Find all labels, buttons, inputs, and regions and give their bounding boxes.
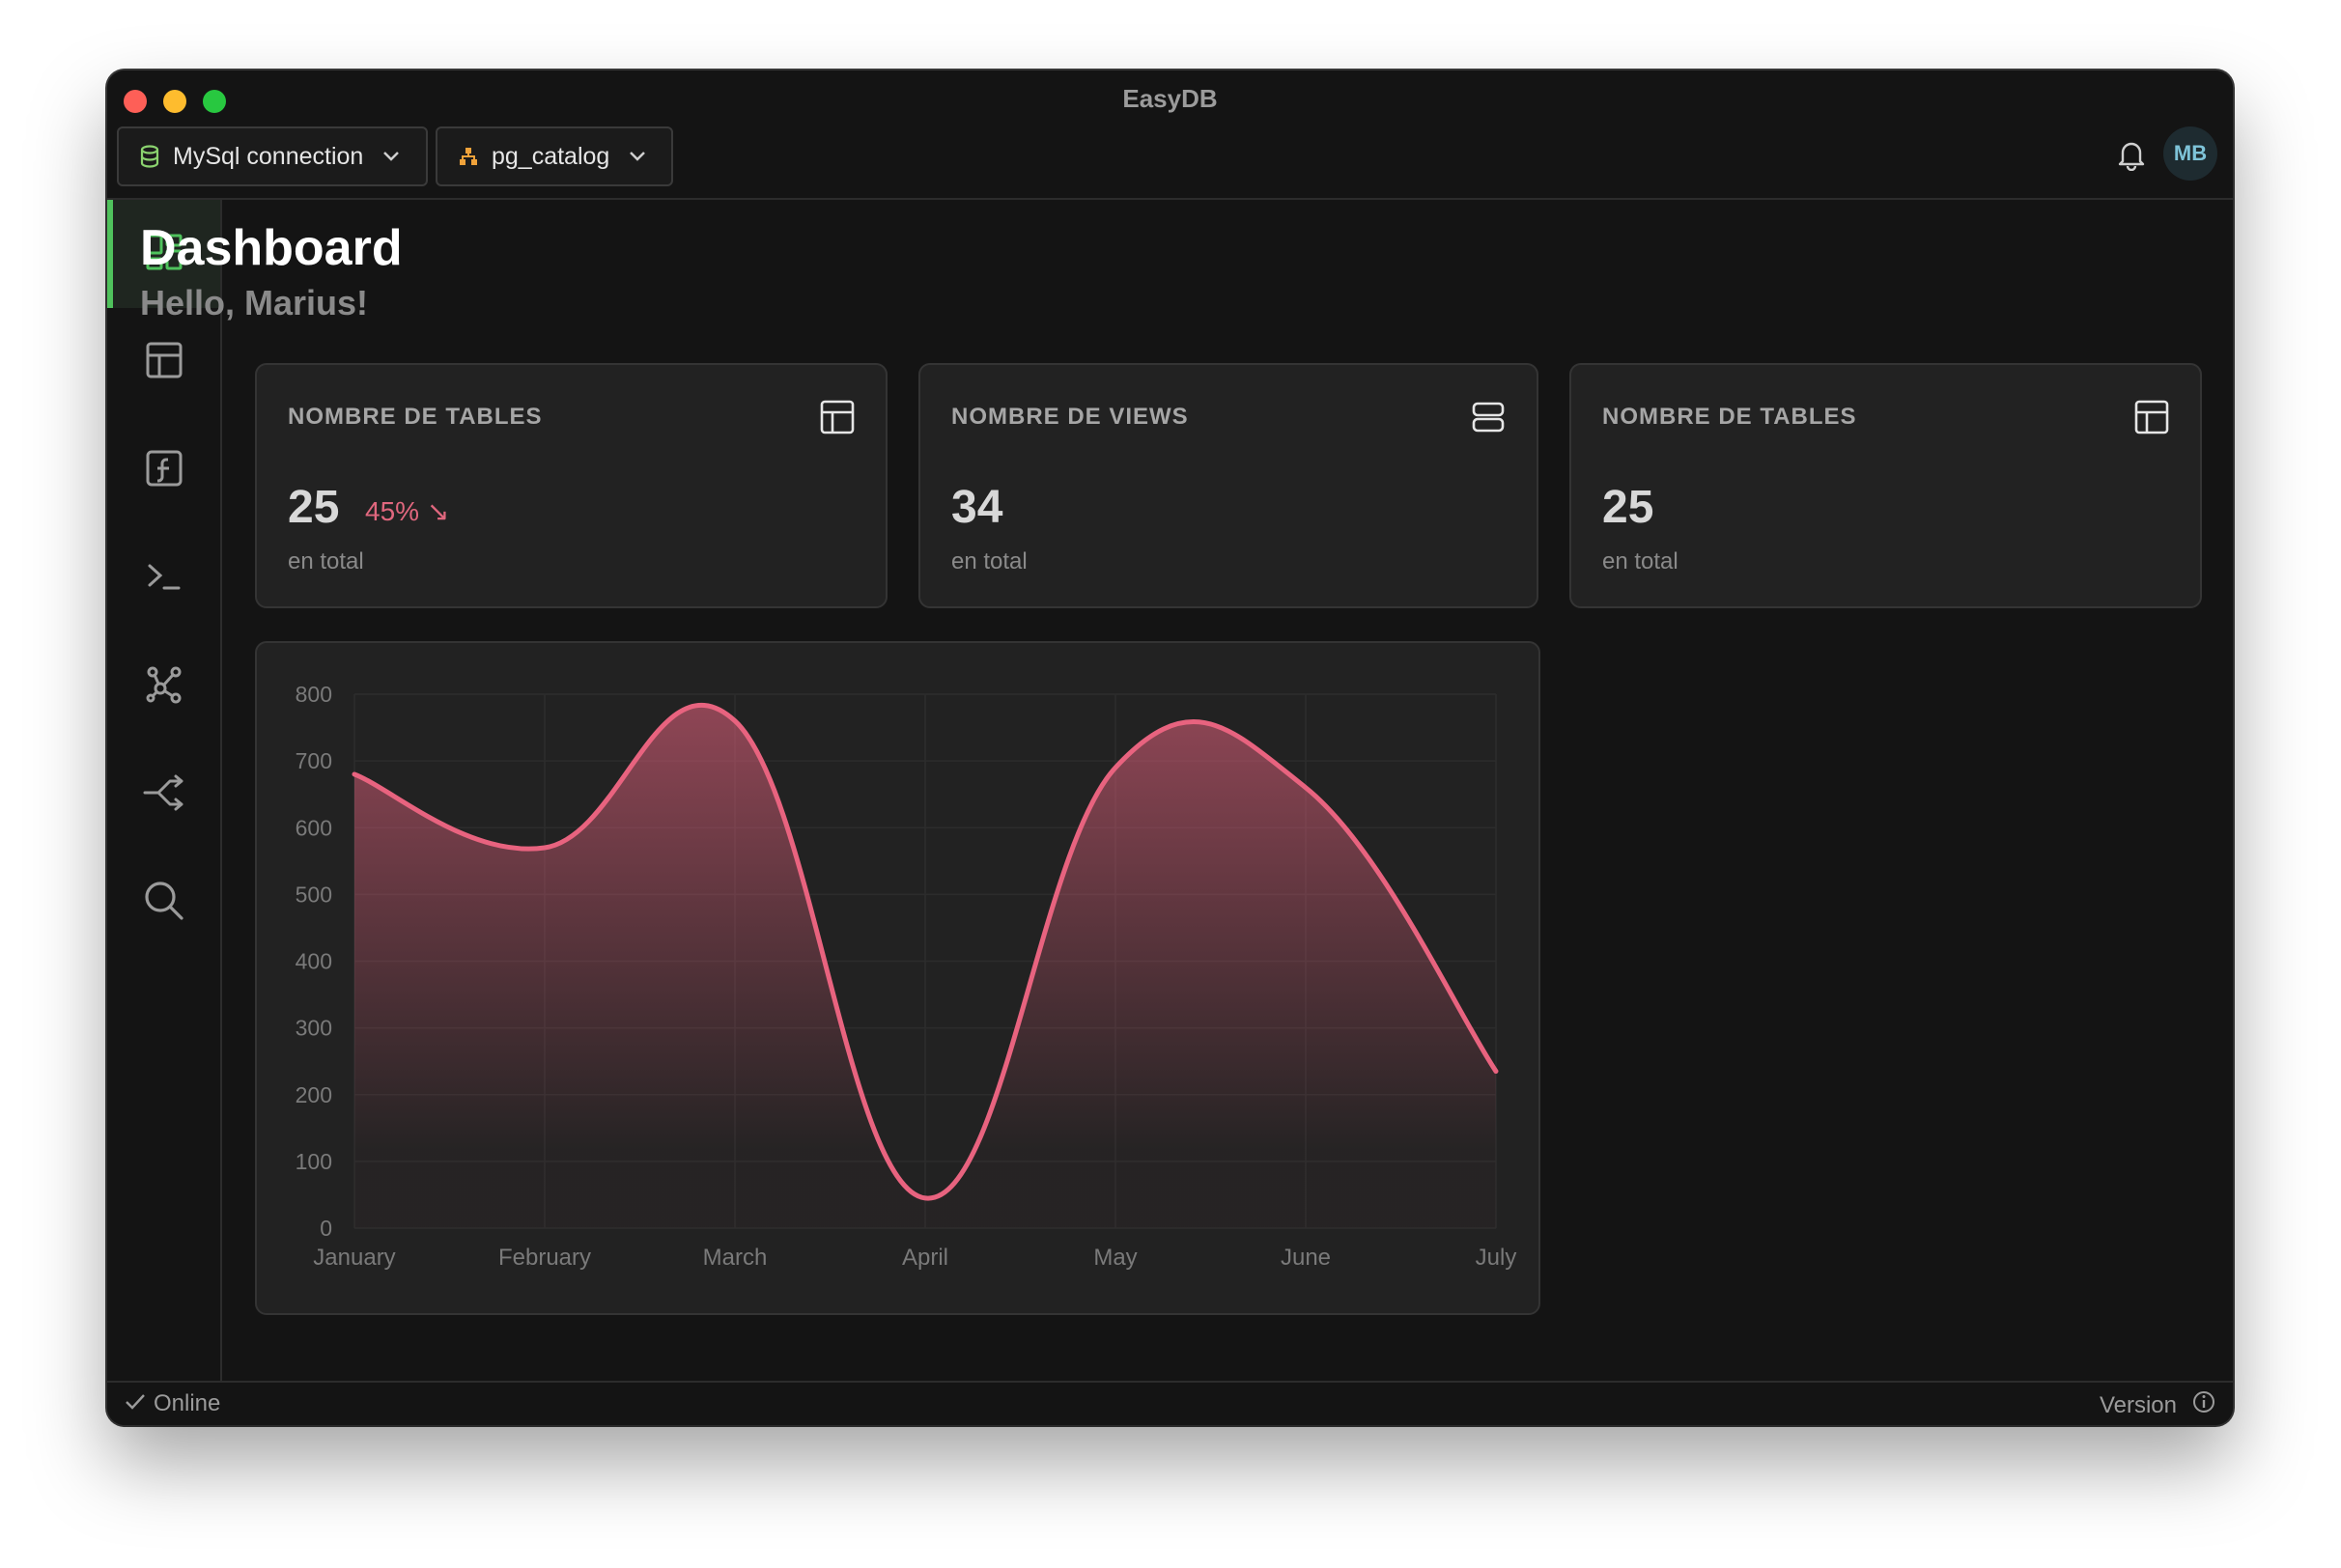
sidebar-item-terminal[interactable]	[107, 524, 220, 632]
stat-value: 34	[951, 482, 1003, 533]
chevron-down-icon	[629, 151, 646, 162]
y-tick-label: 200	[296, 1082, 332, 1107]
x-tick-label: February	[498, 1245, 591, 1271]
connection-status: Online	[125, 1390, 220, 1417]
graph-icon	[145, 665, 183, 709]
x-tick-label: June	[1281, 1245, 1331, 1271]
sidebar-item-relations[interactable]	[107, 632, 220, 741]
table-icon	[820, 400, 855, 439]
y-tick-label: 600	[296, 815, 332, 840]
search-icon	[143, 880, 185, 927]
x-tick-label: March	[703, 1245, 768, 1271]
area-chart-card: 0 100 200 300 400 500 600 700 800 January February…	[255, 641, 1540, 1315]
stat-sub: en total	[1602, 548, 1678, 574]
y-tick-label: 500	[296, 882, 332, 907]
views-icon	[1471, 400, 1506, 439]
status-bar: Online Version	[107, 1381, 2233, 1425]
sidebar-item-functions[interactable]	[107, 416, 220, 524]
terminal-icon	[145, 557, 183, 601]
sidebar-item-tables[interactable]	[107, 308, 220, 416]
merge-icon	[143, 773, 185, 817]
schema-tree-icon	[451, 146, 486, 167]
stat-delta: 45% ↘	[365, 496, 450, 526]
y-tick-label: 700	[296, 748, 332, 773]
stat-card-tables: NOMBRE DE TABLES 25 45% ↘ en total	[255, 363, 888, 608]
database-icon	[132, 145, 167, 168]
title-bar: EasyDB MySql connection pg_catalog MB	[107, 70, 2233, 200]
table-icon	[2134, 400, 2169, 439]
schema-label: pg_catalog	[492, 142, 610, 170]
x-tick-label: April	[902, 1245, 948, 1271]
page-title: Dashboard	[140, 220, 403, 276]
chevron-down-icon	[382, 151, 400, 162]
y-tick-label: 0	[320, 1216, 332, 1241]
info-icon	[2192, 1390, 2215, 1420]
check-icon	[125, 1390, 146, 1417]
x-tick-label: May	[1093, 1245, 1137, 1271]
table-icon	[145, 341, 183, 384]
app-title: EasyDB	[1122, 84, 1218, 113]
y-tick-label: 800	[296, 682, 332, 707]
status-label: Online	[154, 1390, 221, 1416]
x-tick-label: July	[1476, 1245, 1517, 1271]
version-label: Version	[2099, 1391, 2177, 1418]
bell-icon[interactable]	[2117, 140, 2146, 176]
stat-sub: en total	[288, 548, 364, 574]
connection-select[interactable]: MySql connection	[117, 126, 428, 186]
area-chart: 0 100 200 300 400 500 600 700 800 January February…	[296, 682, 1517, 1271]
stat-label: NOMBRE DE TABLES	[288, 404, 543, 430]
y-tick-label: 300	[296, 1016, 332, 1041]
stat-value: 25	[288, 482, 340, 533]
stat-sub: en total	[951, 548, 1028, 574]
stat-value: 25	[1602, 482, 1654, 533]
stat-label: NOMBRE DE VIEWS	[951, 404, 1189, 430]
connection-label: MySql connection	[173, 142, 364, 170]
schema-select[interactable]: pg_catalog	[436, 126, 673, 186]
avatar[interactable]: MB	[2163, 126, 2217, 181]
sidebar-item-migrations[interactable]	[107, 741, 220, 849]
greeting: Hello, Marius!	[140, 283, 369, 322]
stat-label: NOMBRE DE TABLES	[1602, 404, 1857, 430]
sidebar	[107, 200, 222, 1383]
stat-card-tables-2: NOMBRE DE TABLES 25 en total	[1569, 363, 2202, 608]
x-tick-label: January	[313, 1245, 395, 1271]
sidebar-item-search[interactable]	[107, 849, 220, 957]
stat-card-views: NOMBRE DE VIEWS 34 en total	[918, 363, 1538, 608]
version-info[interactable]: Version	[2100, 1390, 2215, 1420]
y-tick-label: 400	[296, 949, 332, 974]
y-tick-label: 100	[296, 1149, 332, 1174]
function-icon	[145, 449, 183, 492]
